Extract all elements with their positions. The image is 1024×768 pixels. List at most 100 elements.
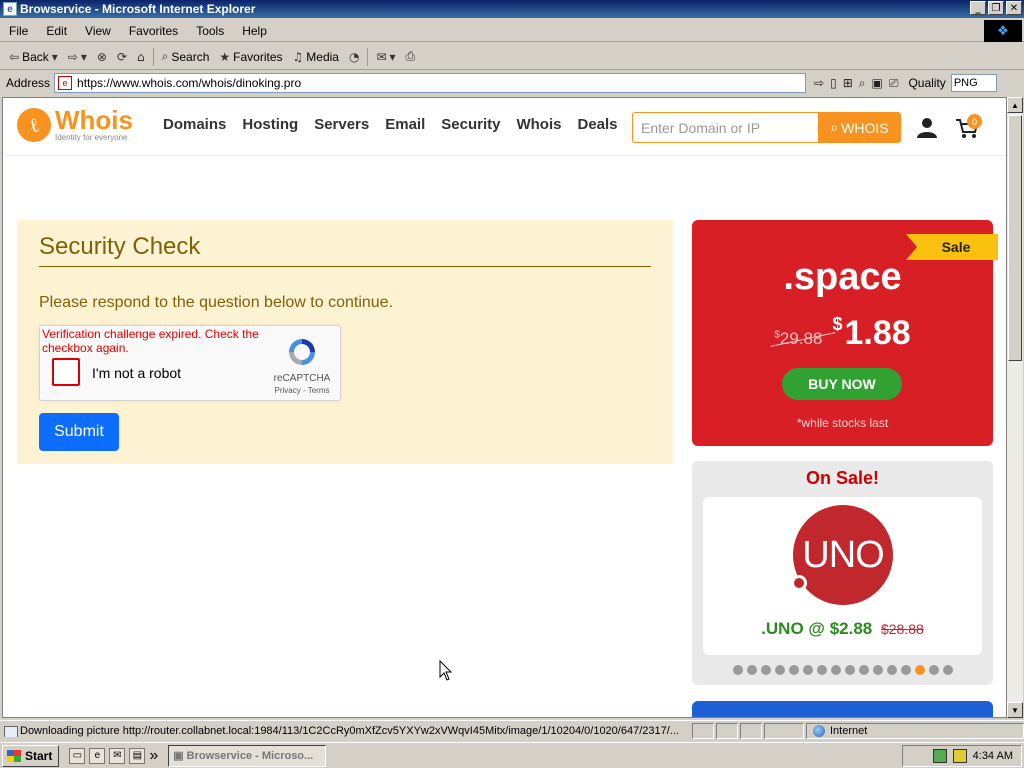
- carousel-dot[interactable]: [942, 665, 953, 675]
- window-controls: _ ❐ ✕: [970, 1, 1022, 15]
- carousel-dot[interactable]: [872, 665, 883, 675]
- nav-whois[interactable]: Whois: [516, 116, 561, 133]
- nav-servers[interactable]: Servers: [314, 116, 369, 133]
- carousel-dot[interactable]: [788, 665, 799, 675]
- on-sale-slide[interactable]: UNO .UNO @ $2.88 $28.88: [703, 497, 982, 655]
- carousel-dot[interactable]: [858, 665, 869, 675]
- carousel-dot[interactable]: [844, 665, 855, 675]
- ie-quicklaunch-icon[interactable]: e: [89, 747, 106, 764]
- outlook-quicklaunch-icon[interactable]: ✉: [109, 747, 126, 764]
- menu-favorites[interactable]: Favorites: [120, 24, 187, 38]
- nav-hosting[interactable]: Hosting: [242, 116, 298, 133]
- submit-button[interactable]: Submit: [39, 413, 119, 451]
- nav-domains[interactable]: Domains: [163, 116, 226, 133]
- next-promo-card: [692, 701, 993, 717]
- domain-search-input[interactable]: Enter Domain or IP: [632, 112, 819, 143]
- home-button[interactable]: ⌂: [132, 50, 150, 64]
- favorites-button[interactable]: ★ Favorites: [214, 50, 287, 64]
- start-button[interactable]: Start: [2, 744, 60, 767]
- find-icon[interactable]: ⌕: [859, 76, 866, 91]
- task-ie-icon: ▣: [173, 750, 184, 762]
- menu-tools[interactable]: Tools: [187, 24, 233, 38]
- quicklaunch-chevron-icon[interactable]: »: [149, 747, 158, 765]
- scroll-down-arrow-icon[interactable]: ▼: [1007, 702, 1023, 718]
- user-account-icon[interactable]: [916, 116, 938, 138]
- back-dropdown-icon[interactable]: ▾: [52, 50, 58, 64]
- media-button[interactable]: ♫ Media: [288, 50, 344, 64]
- screenshot-icon[interactable]: ⎚: [889, 76, 899, 91]
- standard-toolbar: ⇦ Back ▾ ⇨ ▾ ⊗ ⟳ ⌂ ⌕ Search ★ Favorites …: [0, 44, 1024, 70]
- refresh-icon: ⟳: [116, 49, 127, 64]
- buy-now-button[interactable]: BUY NOW: [782, 368, 902, 400]
- uno-old-price: $28.88: [880, 621, 924, 637]
- home-icon: ⌂: [137, 49, 145, 64]
- taskbar-browser-item[interactable]: ▣ Browservice - Microso...: [168, 744, 327, 767]
- bookmark-icon[interactable]: ▯: [830, 76, 837, 90]
- menu-help[interactable]: Help: [233, 24, 276, 38]
- nav-email[interactable]: Email: [385, 116, 425, 133]
- status-text: Downloading picture http://router.collab…: [0, 725, 690, 737]
- carousel-dot[interactable]: [900, 665, 911, 675]
- forward-button[interactable]: ⇨ ▾: [63, 50, 92, 64]
- print-button[interactable]: ⎙: [401, 49, 421, 64]
- security-check-title: Security Check: [39, 233, 201, 260]
- carousel-dot[interactable]: [914, 665, 925, 675]
- scroll-thumb[interactable]: [1008, 115, 1022, 361]
- promo-tld: .space: [783, 256, 902, 298]
- whois-button-label: WHOIS: [841, 119, 889, 136]
- whois-search-button[interactable]: ⌕ WHOIS: [818, 112, 901, 143]
- scroll-up-arrow-icon[interactable]: ▲: [1007, 97, 1023, 113]
- captcha-checkbox[interactable]: [52, 358, 80, 386]
- title-divider: [39, 266, 651, 267]
- close-button[interactable]: ✕: [1006, 1, 1022, 15]
- history-button[interactable]: ◔: [344, 50, 364, 64]
- carousel-dot[interactable]: [886, 665, 897, 675]
- recaptcha-logo-icon: [289, 339, 315, 365]
- carousel-dot[interactable]: [774, 665, 785, 675]
- menu-edit[interactable]: Edit: [37, 24, 76, 38]
- carousel-dot[interactable]: [928, 665, 939, 675]
- forward-dropdown-icon[interactable]: ▾: [81, 50, 87, 64]
- address-input[interactable]: e https://www.whois.com/whois/dinoking.p…: [54, 73, 807, 93]
- carousel-dot[interactable]: [830, 665, 841, 675]
- on-sale-card: On Sale! UNO .UNO @ $2.88 $28.88: [692, 461, 993, 685]
- menu-file[interactable]: File: [0, 24, 37, 38]
- restore-button[interactable]: ❐: [988, 1, 1004, 15]
- carousel-dot[interactable]: [816, 665, 827, 675]
- explorer-quicklaunch-icon[interactable]: ▤: [129, 747, 146, 764]
- vertical-scrollbar[interactable]: ▲ ▼: [1007, 97, 1023, 718]
- stop-button[interactable]: ⊗: [92, 50, 112, 64]
- security-zone: Internet: [806, 722, 1024, 739]
- carousel-dot[interactable]: [802, 665, 813, 675]
- recaptcha-links[interactable]: Privacy - Terms: [270, 386, 334, 395]
- security-tray-icon[interactable]: [952, 749, 967, 763]
- minimize-button[interactable]: _: [970, 1, 986, 15]
- quality-select[interactable]: PNG: [950, 74, 997, 92]
- toolbar-separator-2: [367, 47, 369, 66]
- show-desktop-icon[interactable]: ▭: [69, 747, 86, 764]
- search-toolbar-button[interactable]: ⌕ Search: [157, 49, 215, 64]
- printer-icon: ⎙: [405, 49, 416, 63]
- favorites-icon: ★: [219, 49, 231, 64]
- nav-deals[interactable]: Deals: [577, 116, 617, 133]
- clock[interactable]: 4:34 AM: [973, 750, 1013, 762]
- network-tray-icon[interactable]: [932, 749, 947, 763]
- menu-view[interactable]: View: [76, 24, 120, 38]
- clipboard-icon[interactable]: ▣: [872, 76, 883, 90]
- carousel-dot[interactable]: [746, 665, 757, 675]
- carousel-dot[interactable]: [760, 665, 771, 675]
- mail-button[interactable]: ✉ ▾: [371, 50, 400, 64]
- logo-mark-icon: ℓ: [13, 104, 55, 146]
- nav-security[interactable]: Security: [441, 116, 500, 133]
- recaptcha-widget: Verification challenge expired. Check th…: [39, 325, 341, 401]
- carousel-dot[interactable]: [732, 665, 743, 675]
- back-button[interactable]: ⇦ Back ▾: [4, 50, 63, 64]
- promo-new-price: $1.88: [832, 314, 910, 353]
- mail-dropdown-icon: ▾: [389, 49, 396, 64]
- whois-logo[interactable]: ℓ Whois Identity for everyone: [13, 104, 133, 146]
- status-segment: [740, 722, 762, 739]
- zoom-icon[interactable]: ⊞: [843, 76, 853, 90]
- refresh-button[interactable]: ⟳: [112, 50, 132, 64]
- promo-old-price: $29.88: [774, 329, 822, 349]
- go-arrow-icon[interactable]: ⇨: [814, 76, 824, 90]
